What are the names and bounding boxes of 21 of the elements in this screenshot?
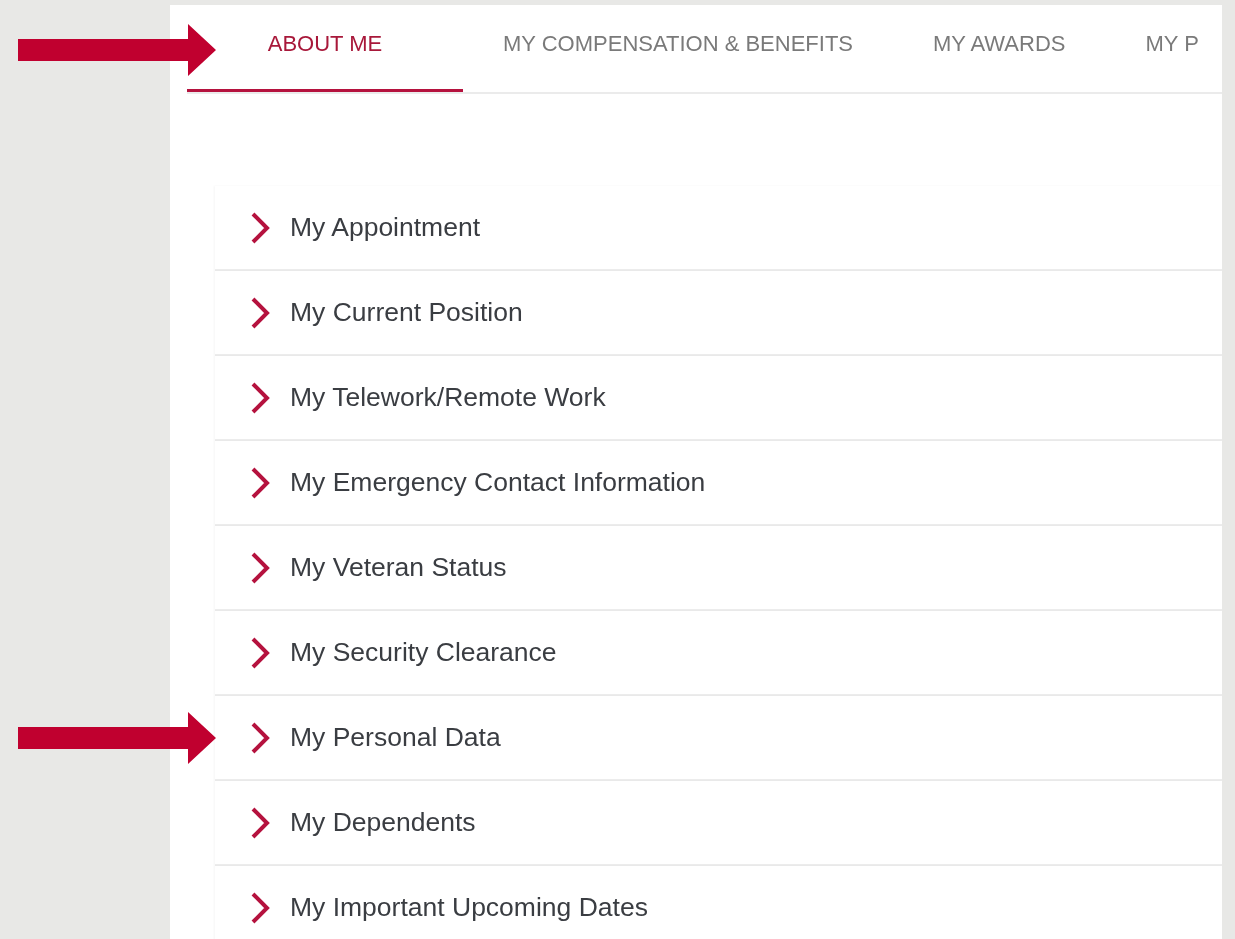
accordion-label: My Personal Data (290, 722, 501, 753)
accordion-item[interactable]: My Dependents (215, 781, 1222, 866)
tab[interactable]: MY COMPENSATION & BENEFITS (463, 5, 893, 92)
accordion-label: My Telework/Remote Work (290, 382, 606, 413)
accordion-item[interactable]: My Important Upcoming Dates (215, 866, 1222, 939)
accordion-label: My Security Clearance (290, 637, 557, 668)
accordion-item[interactable]: My Current Position (215, 271, 1222, 356)
accordion-label: My Veteran Status (290, 552, 507, 583)
accordion-item[interactable]: My Personal Data (215, 696, 1222, 781)
tab[interactable]: MY P (1105, 5, 1199, 92)
accordion-label: My Emergency Contact Information (290, 467, 706, 498)
accordion-item[interactable]: My Emergency Contact Information (215, 441, 1222, 526)
accordion-item[interactable]: My Veteran Status (215, 526, 1222, 611)
accordion-label: My Current Position (290, 297, 523, 328)
accordion-item[interactable]: My Security Clearance (215, 611, 1222, 696)
accordion-item[interactable]: My Appointment (215, 186, 1222, 271)
accordion-label: My Dependents (290, 807, 476, 838)
accordion-label: My Appointment (290, 212, 481, 243)
tab[interactable]: MY AWARDS (893, 5, 1106, 92)
accordion-label: My Important Upcoming Dates (290, 892, 648, 923)
accordion-item[interactable]: My Telework/Remote Work (215, 356, 1222, 441)
